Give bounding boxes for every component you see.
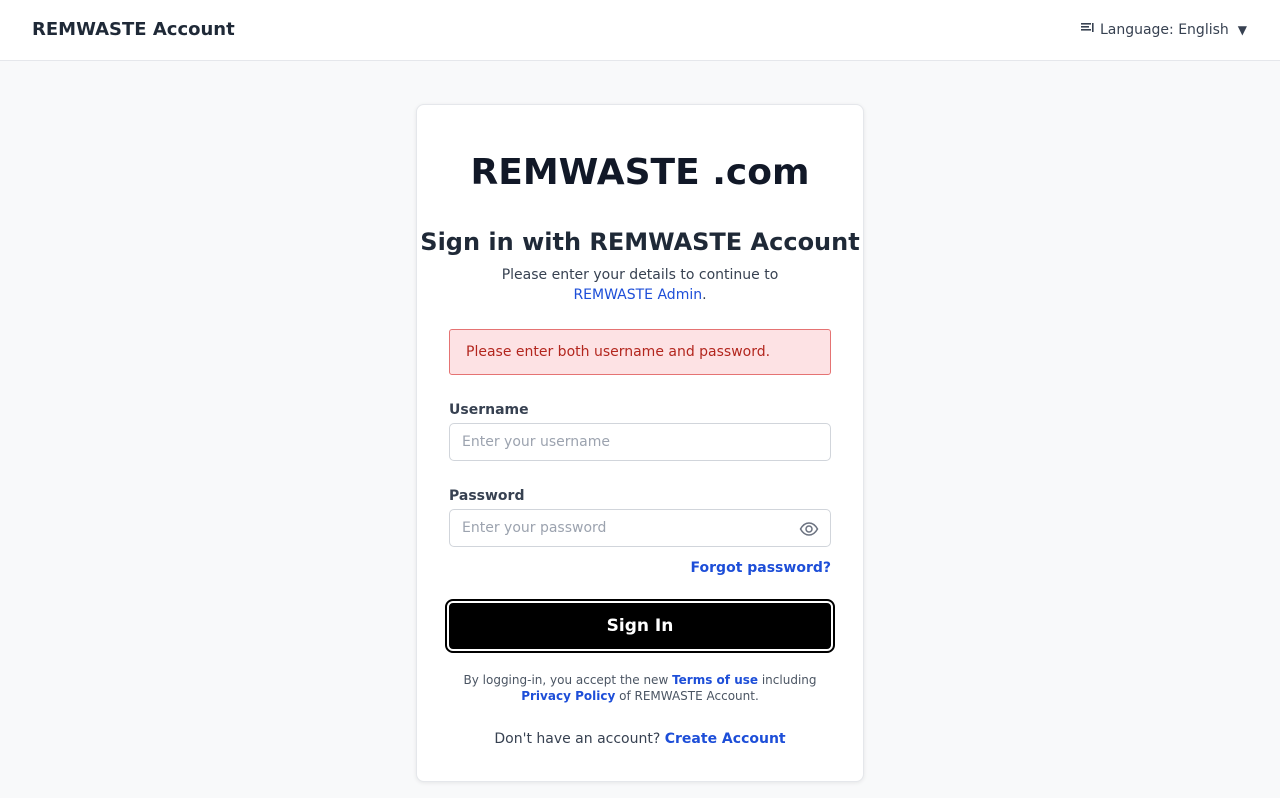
sign-in-button[interactable]: Sign In xyxy=(445,599,835,653)
eye-icon[interactable] xyxy=(799,519,819,539)
logo: REMWASTE .com xyxy=(470,152,810,193)
sign-in-card: REMWASTE .com Sign in with REMWASTE Acco… xyxy=(416,104,864,782)
chevron-down-icon: ▼ xyxy=(1237,23,1247,37)
create-account-link[interactable]: Create Account xyxy=(665,731,786,747)
signup-text: Don't have an account? xyxy=(494,731,665,747)
subtitle-text: Please enter your details to continue to xyxy=(501,267,779,283)
app-link[interactable]: REMWASTE Admin xyxy=(573,287,702,303)
error-alert: Please enter both username and password. xyxy=(449,329,831,375)
password-label: Password xyxy=(449,488,525,504)
forgot-password-link[interactable]: Forgot password? xyxy=(691,558,831,578)
privacy-link[interactable]: Privacy Policy xyxy=(521,689,615,703)
legal-prefix: By logging-in, you accept the new xyxy=(463,673,673,687)
legal-suffix: of REMWASTE Account. xyxy=(615,689,759,703)
language-label: Language: English xyxy=(1099,22,1229,38)
page-title: Sign in with REMWASTE Account xyxy=(420,228,860,256)
password-input[interactable] xyxy=(449,509,831,547)
subtitle-suffix: . xyxy=(702,287,707,303)
language-selector[interactable]: Language: English ▼ xyxy=(1080,20,1247,40)
top-bar: REMWASTE Account Language: English ▼ xyxy=(0,0,1280,61)
page-subtitle: Please enter your details to continue to… xyxy=(467,265,813,305)
username-label: Username xyxy=(449,402,529,418)
language-icon xyxy=(1080,20,1095,40)
signup-prompt: Don't have an account? Create Account xyxy=(417,729,863,749)
legal-notice: By logging-in, you accept the new Terms … xyxy=(449,672,831,704)
terms-link[interactable]: Terms of use xyxy=(672,673,758,687)
username-input[interactable] xyxy=(449,423,831,461)
legal-middle: including xyxy=(758,673,817,687)
brand-title: REMWASTE Account xyxy=(32,19,235,40)
